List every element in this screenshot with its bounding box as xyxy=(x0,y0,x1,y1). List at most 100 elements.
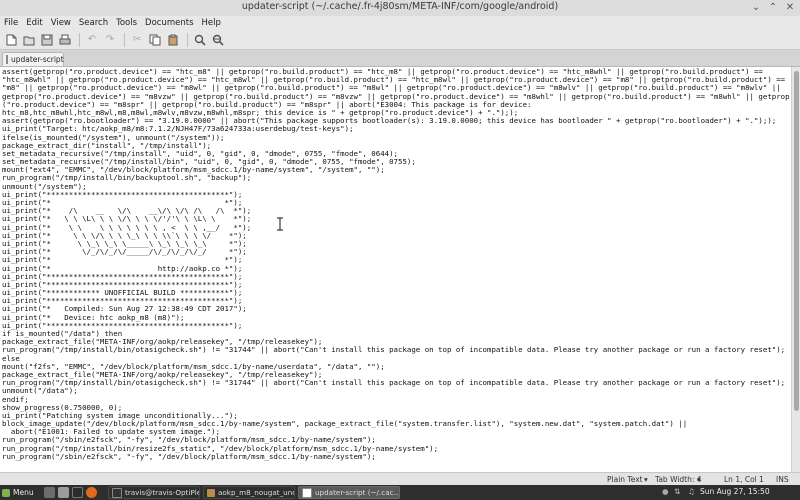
terminal-icon[interactable] xyxy=(72,487,83,498)
text-editor-icon xyxy=(302,487,312,498)
menu-edit[interactable]: Edit xyxy=(26,18,42,28)
code-line: ui_print("******************************… xyxy=(2,190,243,199)
scrollbar-thumb[interactable] xyxy=(794,71,799,411)
firefox-icon[interactable] xyxy=(86,487,97,498)
title-bar: updater-script (~/.cache/.fr-4j80sm/META… xyxy=(0,0,800,17)
editor-lines: assert(getprop("ro.product.device") == "… xyxy=(0,67,791,461)
code-line: run_program("/sbin/e2fsck", "-fy", "/dev… xyxy=(2,452,376,461)
code-line: run_program("/tmp/install/bin/otasigchec… xyxy=(2,379,786,388)
tab-updater-script[interactable]: updater-script xyxy=(2,52,64,66)
code-line: ui_print("* Compiled: Sun Aug 27 12:38:4… xyxy=(2,305,247,314)
print-icon[interactable] xyxy=(57,32,73,48)
terminal-icon xyxy=(112,487,122,498)
window-controls: ⌄ ⌃ ✕ xyxy=(750,2,796,14)
code-line: ui_print("* Device: htc aokp_m8 (m8)"); xyxy=(2,313,185,322)
syntax-mode-selector[interactable]: Plain Text xyxy=(607,475,643,484)
code-line: mount("ext4", "EMMC", "/dev/block/platfo… xyxy=(2,166,385,175)
undo-icon[interactable]: ↶ xyxy=(84,32,100,48)
code-line: ui_print("* http://aokp.co *"); xyxy=(2,264,243,273)
code-line: ui_print("* \ \ \ \ \ \ \ \ \ , < \ \ ,_… xyxy=(2,223,252,232)
volume-icon[interactable]: ♫ xyxy=(688,487,695,496)
code-line: if is_mounted("/data") then xyxy=(2,330,123,338)
code-line: ui_print("******************************… xyxy=(2,280,243,289)
task-terminal[interactable]: travis@travis-OptiPlex... xyxy=(108,486,200,499)
code-line: ui_print("* \ \_\ \_\ \_____\ \_\ \_\ \_… xyxy=(2,239,247,248)
task-label: travis@travis-OptiPlex... xyxy=(125,488,199,497)
code-line: ui_print("Patching system image uncondit… xyxy=(2,411,238,420)
code-line: ui_print("* \ \ \L\ \ \ \/\ \ \ \/'/'\ \… xyxy=(2,215,252,224)
code-line: run_program("/tmp/install/bin/backuptool… xyxy=(2,174,252,183)
text-cursor-icon xyxy=(276,216,284,235)
cut-icon[interactable]: ✂ xyxy=(129,32,145,48)
code-line: ui_print("******************************… xyxy=(2,272,243,281)
insert-mode-indicator: INS xyxy=(776,475,789,484)
task-label: aokp_m8_nougat_uno... xyxy=(218,488,294,497)
code-line: unmount("/data"); xyxy=(2,387,78,396)
tray-misc-icon[interactable]: ● xyxy=(662,487,669,496)
task-text-editor[interactable]: updater-script (~/.cac... xyxy=(298,486,400,499)
close-icon[interactable]: ✕ xyxy=(784,2,796,14)
save-icon[interactable] xyxy=(39,32,55,48)
code-line: ui_print("Target: htc/aokp_m8/m8:7.1.2/N… xyxy=(2,125,354,134)
code-line: package_extract_file("META-INF/org/aokp/… xyxy=(2,370,323,379)
code-line: ui_print("* \ \ \/\ \ \ \_\ \ \ \\`\ \ \… xyxy=(2,231,247,240)
maximize-icon[interactable]: ⌃ xyxy=(767,2,779,14)
minimize-icon[interactable]: ⌄ xyxy=(750,2,762,14)
toolbar-separator xyxy=(79,32,80,47)
code-line: "m8" || getprop("ro.product.device") == … xyxy=(2,84,781,93)
menu-view[interactable]: View xyxy=(51,18,71,28)
clock[interactable]: Sun Aug 27, 15:50 xyxy=(700,487,770,496)
file-manager-icon[interactable] xyxy=(58,487,69,498)
menu-help[interactable]: Help xyxy=(202,18,221,28)
replace-icon[interactable] xyxy=(210,32,226,48)
menu-tools[interactable]: Tools xyxy=(116,18,137,28)
menu-file[interactable]: File xyxy=(4,18,18,28)
network-icon[interactable]: ⇅ xyxy=(674,487,680,496)
code-line: assert(getprop("ro.product.device") == "… xyxy=(2,68,763,76)
code-line: ui_print("******************************… xyxy=(2,297,243,306)
code-line: mount("f2fs", "EMMC", "/dev/block/platfo… xyxy=(2,362,385,371)
code-line: assert(getprop("ro.bootloader") == "3.19… xyxy=(2,117,777,126)
menu-documents[interactable]: Documents xyxy=(145,18,193,28)
code-line: else xyxy=(2,354,20,363)
code-line: ui_print("******************************… xyxy=(2,321,243,330)
tab-label: updater-script xyxy=(11,55,64,64)
menu-search[interactable]: Search xyxy=(79,18,108,28)
task-archive-manager[interactable]: aokp_m8_nougat_uno... xyxy=(203,486,295,499)
toolbar-separator xyxy=(124,32,125,47)
text-file-icon xyxy=(6,55,8,64)
start-menu-button[interactable]: Menu xyxy=(2,487,34,498)
find-icon[interactable] xyxy=(192,32,208,48)
copy-icon[interactable] xyxy=(147,32,163,48)
text-editor[interactable]: assert(getprop("ro.product.device") == "… xyxy=(0,67,791,472)
code-line: run_program("/tmp/install/bin/resize2fs_… xyxy=(2,444,439,453)
code-line: show_progress(0.750000, 0); xyxy=(2,403,123,412)
code-line: ui_print("* *"); xyxy=(2,199,243,207)
code-line: run_program("/sbin/e2fsck", "-fy", "/dev… xyxy=(2,436,376,445)
tab-width-selector[interactable]: Tab Width: 4 xyxy=(655,475,702,484)
paste-icon[interactable] xyxy=(165,32,181,48)
code-line: "htc_m8whl" || getprop("ro.product.devic… xyxy=(2,76,786,85)
new-document-icon[interactable] xyxy=(3,32,19,48)
code-line: ui_print("************ UNOFFICIAL BUILD … xyxy=(2,289,243,298)
cursor-position: Ln 1, Col 1 xyxy=(724,475,764,484)
code-line: set_metadata_recursive("/tmp/install", "… xyxy=(2,149,399,158)
code-line: ui_print("* /\ __ \/\ __\/\ \/\ /\ /\ *"… xyxy=(2,207,252,216)
code-line: ui_print("* *"); xyxy=(2,256,243,265)
mint-logo-icon xyxy=(2,488,10,497)
redo-icon[interactable]: ↷ xyxy=(102,32,118,48)
code-line: abort("E1001: Failed to update system im… xyxy=(2,428,221,437)
chevron-down-icon: ▾ xyxy=(644,475,648,484)
code-line: set_metadata_recursive("/tmp/install/bin… xyxy=(2,158,416,167)
taskbar: Menu travis@travis-OptiPlex... aokp_m8_n… xyxy=(0,485,800,500)
open-icon[interactable] xyxy=(21,32,37,48)
code-line: getprop("ro.product.device") == "m8vzw" … xyxy=(2,92,790,101)
vertical-scrollbar[interactable] xyxy=(791,67,800,472)
code-line: block_image_update("/dev/block/platform/… xyxy=(2,420,688,429)
task-label: updater-script (~/.cac... xyxy=(315,488,399,497)
code-line: package_extract_dir("install", "/tmp/ins… xyxy=(2,141,212,150)
code-line: package_extract_file("META-INF/org/aokp/… xyxy=(2,338,323,347)
show-desktop-icon[interactable] xyxy=(44,487,55,498)
code-line: htc_m8,htc_m8whl,htc_m8wl,m8,m8wl,m8wlv,… xyxy=(2,108,519,117)
code-line: run_program("/tmp/install/bin/otasigchec… xyxy=(2,346,786,355)
